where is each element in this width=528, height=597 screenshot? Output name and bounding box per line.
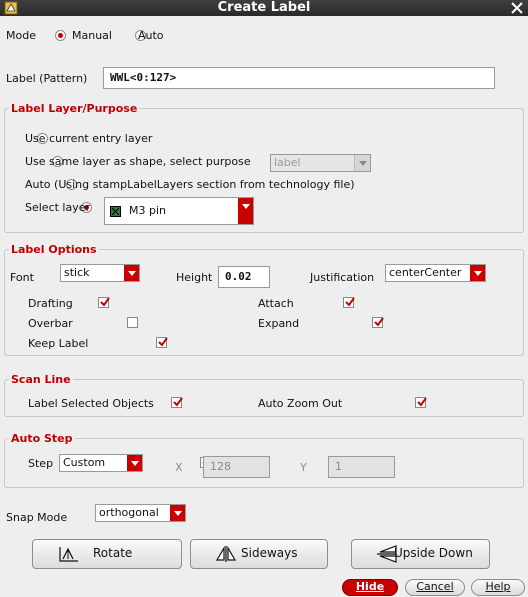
overbar-checkbox[interactable] [127,317,138,328]
y-label: Y [300,461,307,474]
keep-label-checkbox[interactable] [156,337,168,348]
snap-mode-select-value: orthogonal [99,506,159,519]
hide-button-label: Hide [355,580,385,593]
attach-checkbox[interactable] [342,297,355,308]
help-button[interactable]: Help [471,579,525,596]
auto-zoom-checkbox[interactable] [415,397,427,408]
chevron-down-icon [470,265,485,281]
justification-select-value: centerCenter [389,266,462,279]
label-pattern-input[interactable]: WWL<0:127> [103,67,495,89]
snap-mode-select[interactable]: orthogonal [95,504,186,522]
hide-button[interactable]: Hide [342,579,398,596]
window-title: Create Label [217,0,311,15]
title-bar: Create Label [0,0,528,16]
mode-label: Mode [6,29,36,42]
attach-label: Attach [258,297,294,310]
auto-stamp-label: Auto (Using stampLabelLayers section fro… [25,178,355,191]
keep-label-label: Keep Label [28,337,89,350]
chevron-down-icon [127,455,142,471]
mode-auto-label: Auto [138,29,164,42]
sideways-button-label: Sideways [241,546,298,560]
rotate-button[interactable]: Rotate [32,539,182,569]
upside-down-button-label: Upside Down [394,546,473,560]
label-selected-label: Label Selected Objects [28,397,154,410]
help-button-label: Help [485,580,511,593]
step-select[interactable]: Custom [59,454,143,472]
chevron-down-icon [354,155,370,171]
font-select[interactable]: stick [60,264,140,282]
rotate-icon [57,545,81,566]
justification-select[interactable]: centerCenter [385,264,486,282]
auto-zoom-label: Auto Zoom Out [258,397,343,410]
chevron-down-icon [238,198,253,224]
sideways-button[interactable]: Sideways [190,539,328,569]
label-layer-purpose-title: Label Layer/Purpose [9,102,140,115]
cancel-button-label: Cancel [416,580,454,593]
chevron-down-icon [170,505,185,521]
layer-select-value: M3 pin [129,204,166,217]
snap-mode-label: Snap Mode [6,511,68,524]
close-icon[interactable] [510,0,524,16]
mode-manual-label: Manual [72,29,112,42]
label-options-title: Label Options [9,243,99,256]
drafting-label: Drafting [28,297,73,310]
drafting-checkbox[interactable] [98,297,110,308]
chevron-down-icon [124,265,139,281]
scan-line-title: Scan Line [9,373,73,386]
x-label: X [175,461,183,474]
height-input[interactable]: 0.02 [218,266,270,288]
use-current-layer-label: Use current entry layer [25,132,153,145]
cancel-button[interactable]: Cancel [405,579,465,596]
upside-down-button[interactable]: Upside Down [351,539,490,569]
sideways-icon [215,545,237,566]
layer-select[interactable]: M3 pin [104,197,254,225]
height-label: Height [176,271,213,284]
use-same-layer-label: Use same layer as shape, select purpose [25,155,251,168]
justification-label: Justification [310,271,375,284]
label-selected-checkbox[interactable] [170,397,183,408]
expand-label: Expand [258,317,300,330]
step-select-value: Custom [63,456,106,469]
purpose-select-value: label [274,156,301,169]
step-label: Step [28,457,54,470]
overbar-label: Overbar [28,317,73,330]
rotate-button-label: Rotate [93,546,133,560]
mode-manual-radio[interactable] [55,30,66,41]
label-pattern-label: Label (Pattern) [6,72,88,85]
auto-step-title: Auto Step [9,432,75,445]
layer-swatch-icon [110,206,121,217]
font-select-value: stick [64,266,90,279]
y-input: 1 [328,456,395,478]
x-input: 128 [203,456,270,478]
font-label: Font [10,271,34,284]
select-layer-label: Select layer [25,201,91,214]
label-layer-purpose-group [4,108,524,233]
expand-checkbox[interactable] [371,317,384,328]
purpose-select: label [270,154,371,172]
